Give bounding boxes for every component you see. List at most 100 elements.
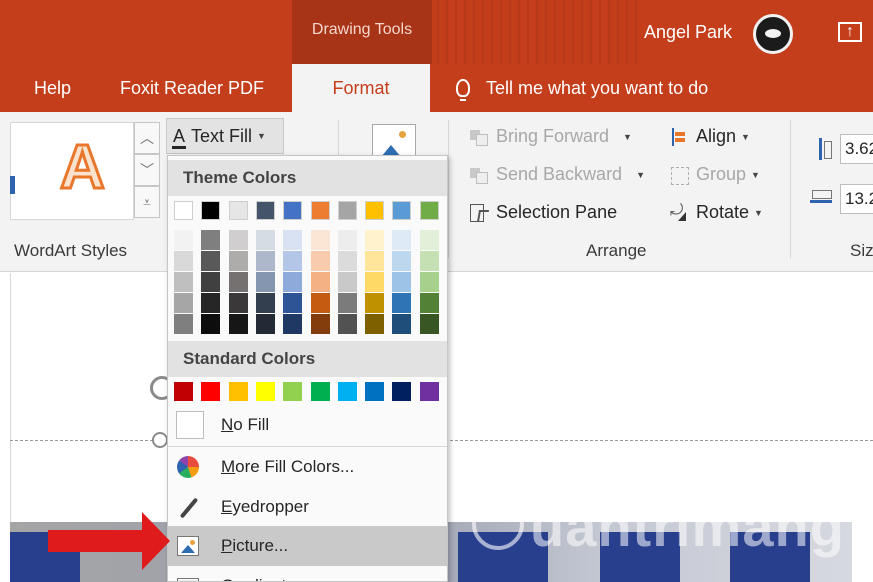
standard-color-swatch[interactable]: [310, 382, 330, 401]
theme-color-shade-swatch[interactable]: [255, 314, 275, 334]
theme-color-shade-swatch[interactable]: [283, 293, 303, 313]
theme-color-shade-swatch[interactable]: [392, 293, 412, 313]
theme-color-shade-swatch[interactable]: [310, 272, 330, 292]
theme-color-shade-swatch[interactable]: [174, 230, 193, 250]
resize-handle[interactable]: [152, 432, 168, 448]
theme-color-shade-swatch[interactable]: [174, 293, 193, 313]
theme-color-shade-swatch[interactable]: [174, 314, 193, 334]
standard-color-swatch[interactable]: [337, 382, 357, 401]
selection-pane-button[interactable]: Selection Pane: [470, 202, 617, 223]
theme-color-shade-swatch[interactable]: [283, 230, 303, 250]
wordart-style-sample[interactable]: A: [59, 132, 107, 204]
standard-color-swatch[interactable]: [201, 382, 221, 401]
standard-color-swatch[interactable]: [365, 382, 385, 401]
theme-color-shade-swatch[interactable]: [228, 230, 248, 250]
theme-color-swatch[interactable]: [337, 201, 357, 220]
theme-color-shade-swatch[interactable]: [419, 293, 439, 313]
theme-color-shade-swatch[interactable]: [365, 293, 385, 313]
theme-color-shade-swatch[interactable]: [392, 314, 412, 334]
more-fill-colors-option[interactable]: More Fill Colors...: [168, 447, 447, 487]
theme-color-shade-swatch[interactable]: [255, 293, 275, 313]
theme-color-shade-swatch[interactable]: [365, 230, 385, 250]
theme-color-shade-swatch[interactable]: [174, 272, 193, 292]
theme-color-shade-swatch[interactable]: [337, 230, 357, 250]
theme-color-shade-swatch[interactable]: [310, 251, 330, 271]
no-fill-option[interactable]: No Fill: [168, 405, 447, 445]
theme-color-shade-swatch[interactable]: [392, 230, 412, 250]
rotate-button[interactable]: Rotate ▼: [670, 202, 763, 223]
theme-color-shade-swatch[interactable]: [392, 272, 412, 292]
theme-color-shade-swatch[interactable]: [365, 272, 385, 292]
user-name[interactable]: Angel Park: [644, 22, 732, 43]
picture-option[interactable]: Picture...: [168, 526, 447, 566]
theme-color-shade-swatch[interactable]: [365, 314, 385, 334]
shape-width-icon: [810, 188, 832, 210]
theme-color-shade-swatch[interactable]: [337, 272, 357, 292]
theme-color-shade-swatch[interactable]: [310, 230, 330, 250]
theme-color-swatch[interactable]: [255, 201, 275, 220]
theme-color-swatch[interactable]: [201, 201, 221, 220]
user-avatar[interactable]: [753, 14, 793, 54]
theme-color-shade-swatch[interactable]: [201, 251, 221, 271]
theme-color-shade-swatch[interactable]: [201, 272, 221, 292]
theme-color-shade-swatch[interactable]: [337, 314, 357, 334]
shape-height-icon: [810, 138, 832, 160]
theme-color-swatch[interactable]: [392, 201, 412, 220]
text-fill-button[interactable]: A Text Fill ▼: [166, 118, 284, 154]
shape-width-input[interactable]: 13.2: [840, 184, 873, 214]
standard-color-swatch[interactable]: [255, 382, 275, 401]
eyedropper-option[interactable]: Eyedropper: [168, 487, 447, 527]
send-backward-button[interactable]: Send Backward ▼: [470, 164, 645, 185]
theme-color-shade-swatch[interactable]: [201, 314, 221, 334]
tab-format[interactable]: Format: [292, 64, 430, 112]
tab-foxit-reader-pdf[interactable]: Foxit Reader PDF: [120, 64, 264, 112]
theme-color-swatch[interactable]: [419, 201, 439, 220]
theme-color-shade-swatch[interactable]: [337, 293, 357, 313]
theme-color-shade-swatch[interactable]: [283, 251, 303, 271]
theme-color-shade-swatch[interactable]: [337, 251, 357, 271]
theme-color-shade-swatch[interactable]: [228, 272, 248, 292]
selection-pane-label: Selection Pane: [496, 202, 618, 222]
theme-color-swatch[interactable]: [174, 201, 193, 220]
theme-color-shade-swatch[interactable]: [419, 272, 439, 292]
align-button[interactable]: Align ▼: [670, 126, 750, 147]
theme-color-swatch[interactable]: [283, 201, 303, 220]
theme-color-shade-swatch[interactable]: [174, 251, 193, 271]
theme-color-shade-swatch[interactable]: [419, 251, 439, 271]
theme-color-shade-swatch[interactable]: [310, 293, 330, 313]
bring-forward-button[interactable]: Bring Forward ▼: [470, 126, 632, 147]
theme-color-swatch[interactable]: [228, 201, 248, 220]
tell-me-search[interactable]: Tell me what you want to do: [456, 64, 708, 112]
standard-color-swatch[interactable]: [228, 382, 248, 401]
theme-color-shade-swatch[interactable]: [419, 314, 439, 334]
theme-color-shade-swatch[interactable]: [255, 230, 275, 250]
tab-help[interactable]: Help: [34, 64, 71, 112]
standard-color-swatch[interactable]: [174, 382, 193, 401]
theme-color-shade-swatch[interactable]: [392, 251, 412, 271]
theme-color-shade-swatch[interactable]: [201, 230, 221, 250]
theme-color-shade-swatch[interactable]: [283, 272, 303, 292]
theme-color-shade-swatch[interactable]: [283, 314, 303, 334]
group-button[interactable]: Group ▼: [670, 164, 760, 185]
theme-color-shade-swatch[interactable]: [255, 272, 275, 292]
standard-color-swatch[interactable]: [419, 382, 439, 401]
theme-color-shade-swatch[interactable]: [201, 293, 221, 313]
ribbon-display-options-icon[interactable]: ↑: [838, 22, 862, 42]
theme-color-shade-swatch[interactable]: [365, 251, 385, 271]
theme-color-shade-swatch[interactable]: [255, 251, 275, 271]
gradient-option[interactable]: Gradient ▶: [168, 566, 447, 581]
text-fill-label: Text Fill: [191, 125, 253, 146]
gallery-more-button[interactable]: ⩡: [134, 186, 160, 218]
shape-height-input[interactable]: 3.62: [840, 134, 873, 164]
gallery-scroll-up-button[interactable]: ︿: [134, 122, 160, 154]
theme-color-swatch[interactable]: [365, 201, 385, 220]
gallery-scroll-down-button[interactable]: ﹀: [134, 154, 160, 186]
standard-color-swatch[interactable]: [392, 382, 412, 401]
standard-color-swatch[interactable]: [283, 382, 303, 401]
theme-color-swatch[interactable]: [310, 201, 330, 220]
theme-color-shade-swatch[interactable]: [419, 230, 439, 250]
theme-color-shade-swatch[interactable]: [228, 314, 248, 334]
theme-color-shade-swatch[interactable]: [228, 251, 248, 271]
theme-color-shade-swatch[interactable]: [228, 293, 248, 313]
theme-color-shade-swatch[interactable]: [310, 314, 330, 334]
